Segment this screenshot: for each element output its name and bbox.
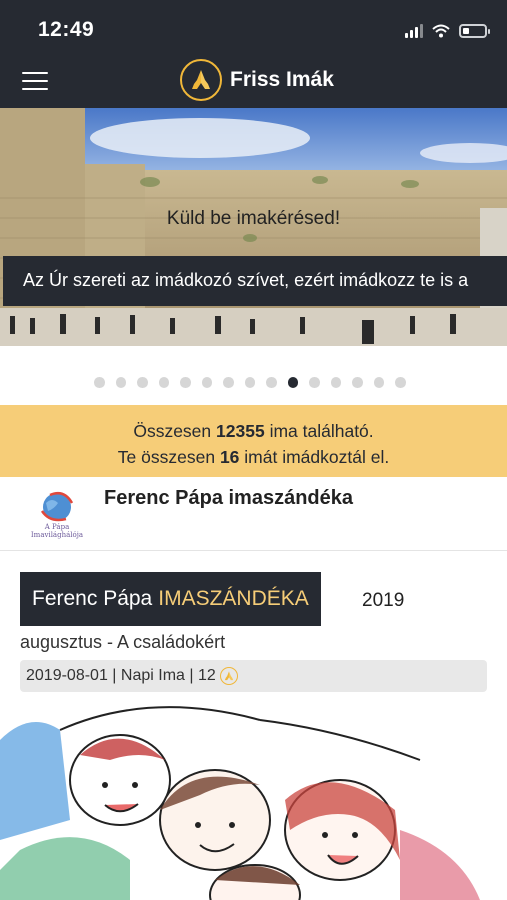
app-bar: Friss Imák <box>0 56 507 108</box>
stats-user-prefix: Te összesen <box>117 447 216 467</box>
battery-level <box>463 28 469 34</box>
carousel-dot[interactable] <box>352 377 363 388</box>
app-brand[interactable]: Friss Imák <box>180 59 334 101</box>
prayer-stats: Összesen 12355 ima található. Te összese… <box>0 405 507 477</box>
illustration-drawing <box>0 706 480 900</box>
logo-caption: A Pápa Imavilághálója <box>30 523 84 539</box>
battery-icon <box>459 24 490 38</box>
carousel-dot[interactable] <box>244 377 255 388</box>
stats-total-count: 12355 <box>216 421 265 441</box>
family-watercolor-illustration[interactable] <box>0 700 507 900</box>
badge-text-yellow: IMASZÁNDÉKA <box>158 587 309 610</box>
carousel-dot[interactable] <box>287 377 298 388</box>
stats-user-suffix: imát imádkoztál el. <box>244 447 390 467</box>
intention-title: Ferenc Pápa imaszándéka <box>104 487 354 509</box>
status-bar: 12:49 <box>0 0 507 56</box>
stats-total-suffix: ima található. <box>269 421 374 441</box>
carousel-dot[interactable] <box>137 377 148 388</box>
app-title: Friss Imák <box>230 68 334 91</box>
carousel-pagination <box>94 377 406 388</box>
carousel-dot[interactable] <box>309 377 320 388</box>
carousel-dot[interactable] <box>180 377 191 388</box>
status-icons <box>405 22 490 38</box>
carousel-dot[interactable] <box>266 377 277 388</box>
hamburger-menu-icon[interactable] <box>22 72 48 92</box>
banner-message: Az Úr szereti az imádkozó szívet, ezért … <box>23 270 469 290</box>
article-badge: Ferenc Pápa IMASZÁNDÉKA <box>20 572 321 626</box>
carousel-dot[interactable] <box>330 377 341 388</box>
badge-text-white: Ferenc Pápa <box>32 587 153 610</box>
status-time: 12:49 <box>38 18 95 41</box>
intention-header[interactable]: A Pápa Imavilághálója Ferenc Pápa imaszá… <box>0 477 507 551</box>
carousel-dot[interactable] <box>94 377 105 388</box>
carousel-dot[interactable] <box>373 377 384 388</box>
article-subtitle: augusztus - A családokért <box>20 632 226 652</box>
praying-hands-icon <box>180 59 222 101</box>
hero-banner[interactable]: Küld be imakérésed! Az Úr szereti az imá… <box>0 108 507 346</box>
stats-total-prefix: Összesen <box>133 421 212 441</box>
carousel-dot[interactable] <box>223 377 234 388</box>
carousel-dot[interactable] <box>158 377 169 388</box>
stats-line-user: Te összesen 16 imát imádkoztál el. <box>0 444 507 470</box>
banner-heading: Küld be imakérésed! <box>166 208 341 229</box>
stats-line-total: Összesen 12355 ima található. <box>0 418 507 444</box>
signal-icon <box>405 24 423 38</box>
stats-user-count: 16 <box>219 447 240 467</box>
banner-message-strip: Az Úr szereti az imádkozó szívet, ezért … <box>3 256 507 306</box>
wifi-icon <box>432 24 450 38</box>
article-year: 2019 <box>362 590 405 611</box>
carousel-dot[interactable] <box>395 377 406 388</box>
article-meta: 2019-08-01 | Napi Ima | 12 <box>20 660 487 692</box>
article-meta-text: 2019-08-01 | Napi Ima | 12 <box>26 667 216 684</box>
carousel-dot[interactable] <box>115 377 126 388</box>
carousel-dot[interactable] <box>201 377 212 388</box>
praying-hands-icon <box>219 667 238 685</box>
